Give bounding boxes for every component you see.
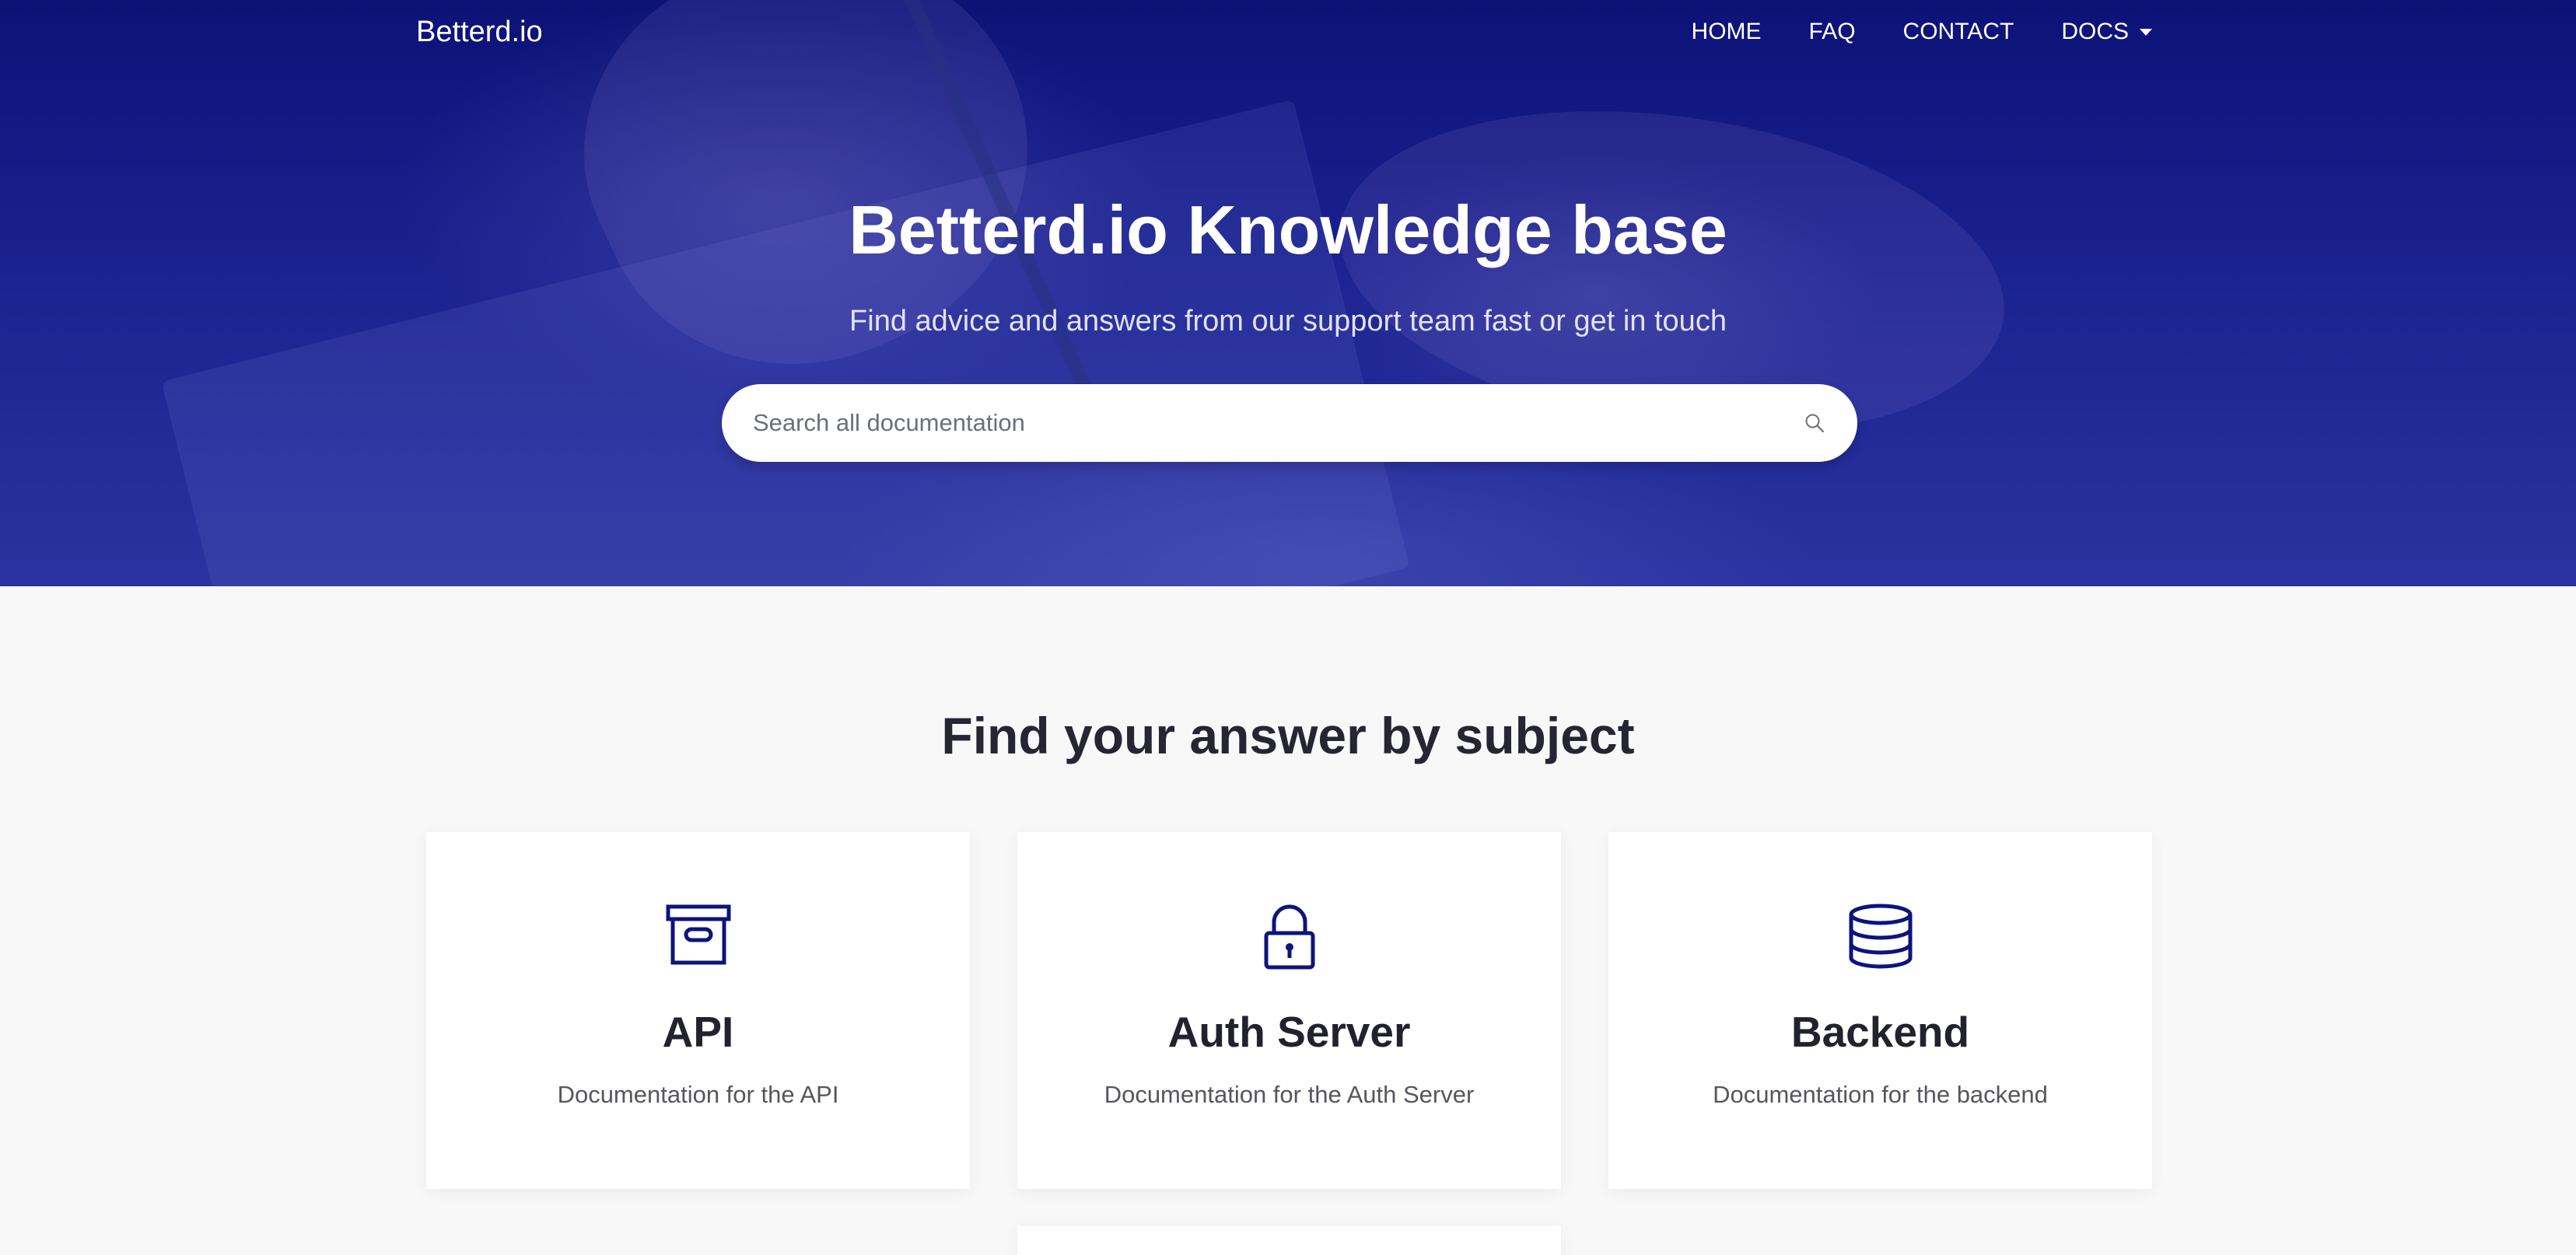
database-icon <box>1849 904 1912 969</box>
subject-card-partial[interactable] <box>1017 1226 1561 1255</box>
card-description: Documentation for the API <box>557 1081 839 1108</box>
nav-link-contact[interactable]: CONTACT <box>1903 19 2014 45</box>
section-title: Find your answer by subject <box>941 707 1635 764</box>
nav-dropdown-docs-label: DOCS <box>2061 19 2129 44</box>
card-title: Backend <box>1790 1008 1970 1056</box>
hero-background-image <box>0 0 2576 586</box>
page-subtitle: Find advice and answers from our support… <box>849 305 1727 337</box>
archive-box-icon <box>666 904 730 965</box>
subject-card-api[interactable]: API Documentation for the API <box>426 832 970 1189</box>
search-input[interactable] <box>722 384 1772 462</box>
search-icon <box>1805 414 1825 433</box>
card-description: Documentation for the Auth Server <box>1104 1081 1475 1108</box>
card-description: Documentation for the backend <box>1713 1081 2048 1108</box>
nav-links: HOME FAQ CONTACT DOCS <box>1692 19 2152 45</box>
top-navbar: Betterd.io HOME FAQ CONTACT DOCS <box>0 0 2576 67</box>
hero-banner <box>0 0 2576 586</box>
subject-card-auth-server[interactable]: Auth Server Documentation for the Auth S… <box>1017 832 1561 1189</box>
brand-logo-link[interactable]: Betterd.io <box>416 16 543 49</box>
card-title: API <box>662 1008 734 1056</box>
lock-icon <box>1264 904 1314 970</box>
nav-dropdown-docs[interactable]: DOCS <box>2061 19 2152 45</box>
search-bar <box>722 384 1857 462</box>
nav-link-faq[interactable]: FAQ <box>1809 19 1856 45</box>
search-button[interactable] <box>1772 384 1857 462</box>
caret-down-icon <box>2140 28 2152 36</box>
nav-link-home[interactable]: HOME <box>1692 19 1762 45</box>
card-title: Auth Server <box>1167 1008 1411 1056</box>
subject-card-backend[interactable]: Backend Documentation for the backend <box>1608 832 2152 1189</box>
page-title: Betterd.io Knowledge base <box>849 191 1727 268</box>
